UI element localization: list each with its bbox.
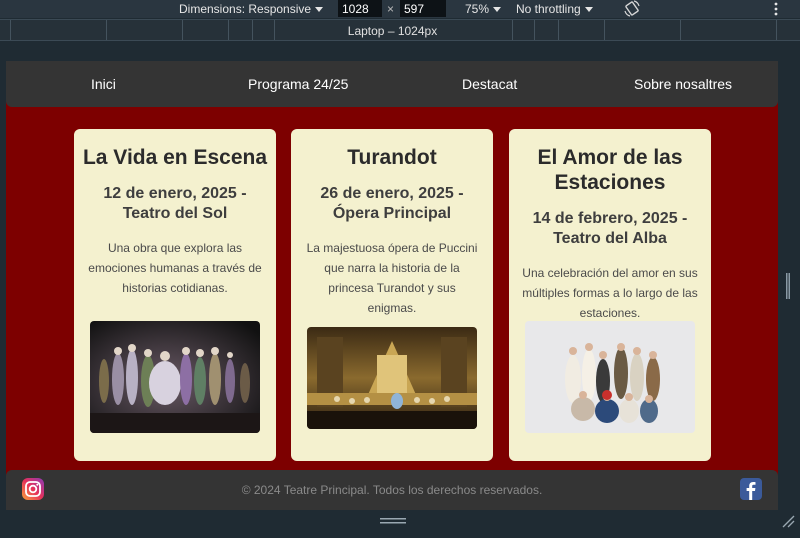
- event-date-venue: 26 de enero, 2025 - Ópera Principal: [320, 185, 464, 222]
- page-viewport: Inici Programa 24/25 Destacat Sobre nosa…: [6, 61, 778, 510]
- device-label: Laptop – 1024px: [347, 24, 438, 38]
- nav-link-programa[interactable]: Programa 24/25: [248, 76, 348, 92]
- event-card[interactable]: Turandot 26 de enero, 2025 - Ópera Princ…: [291, 129, 493, 461]
- event-description: La majestuosa ópera de Puccini que narra…: [306, 241, 478, 315]
- dimensions-dropdown[interactable]: Dimensions: Responsive: [179, 2, 324, 16]
- event-title: El Amor de las Estaciones: [537, 146, 683, 194]
- event-image: [525, 321, 695, 433]
- nav-link-sobre-nosaltres[interactable]: Sobre nosaltres: [634, 76, 732, 92]
- dimension-separator: ×: [387, 2, 395, 16]
- throttling-dropdown[interactable]: No throttling: [516, 2, 593, 16]
- dimensions-label: Dimensions: Responsive: [179, 2, 312, 16]
- main-navigation: Inici Programa 24/25 Destacat Sobre nosa…: [6, 61, 778, 107]
- more-options-icon[interactable]: [772, 1, 780, 17]
- media-query-ruler[interactable]: Laptop – 1024px: [0, 19, 800, 41]
- event-description: Una obra que explora las emociones human…: [88, 241, 262, 295]
- event-card[interactable]: El Amor de las Estaciones 14 de febrero,…: [509, 129, 711, 461]
- facebook-icon[interactable]: [740, 478, 762, 500]
- event-date-venue: 12 de enero, 2025 - Teatro del Sol: [103, 185, 247, 222]
- zoom-label: 75%: [465, 2, 490, 16]
- chevron-down-icon: [493, 7, 502, 13]
- chevron-down-icon: [584, 7, 593, 13]
- event-date-venue: 14 de febrero, 2025 - Teatro del Alba: [532, 210, 688, 247]
- event-description: Una celebración del amor en sus múltiple…: [522, 266, 698, 320]
- site-footer: © 2024 Teatre Principal. Todos los derec…: [6, 470, 778, 510]
- rotate-icon[interactable]: [623, 0, 641, 17]
- bottom-resize-handle[interactable]: [380, 517, 406, 525]
- height-input[interactable]: 597: [400, 0, 446, 17]
- event-image: [90, 321, 260, 433]
- width-input[interactable]: 1028: [338, 0, 382, 17]
- event-image: [307, 327, 477, 429]
- copyright-text: © 2024 Teatre Principal. Todos los derec…: [241, 483, 543, 497]
- event-card[interactable]: La Vida en Escena 12 de enero, 2025 - Te…: [74, 129, 276, 461]
- side-resize-handle[interactable]: [786, 273, 790, 299]
- corner-resize-grip[interactable]: [781, 514, 795, 528]
- zoom-dropdown[interactable]: 75%: [465, 2, 502, 16]
- nav-link-inici[interactable]: Inici: [91, 76, 116, 92]
- devtools-toolbar: Dimensions: Responsive 1028 × 597 75% No…: [0, 0, 800, 18]
- nav-link-destacat[interactable]: Destacat: [462, 76, 517, 92]
- event-title: La Vida en Escena: [82, 146, 268, 169]
- throttling-label: No throttling: [516, 2, 581, 16]
- event-title: Turandot: [347, 146, 437, 169]
- chevron-down-icon: [315, 7, 324, 13]
